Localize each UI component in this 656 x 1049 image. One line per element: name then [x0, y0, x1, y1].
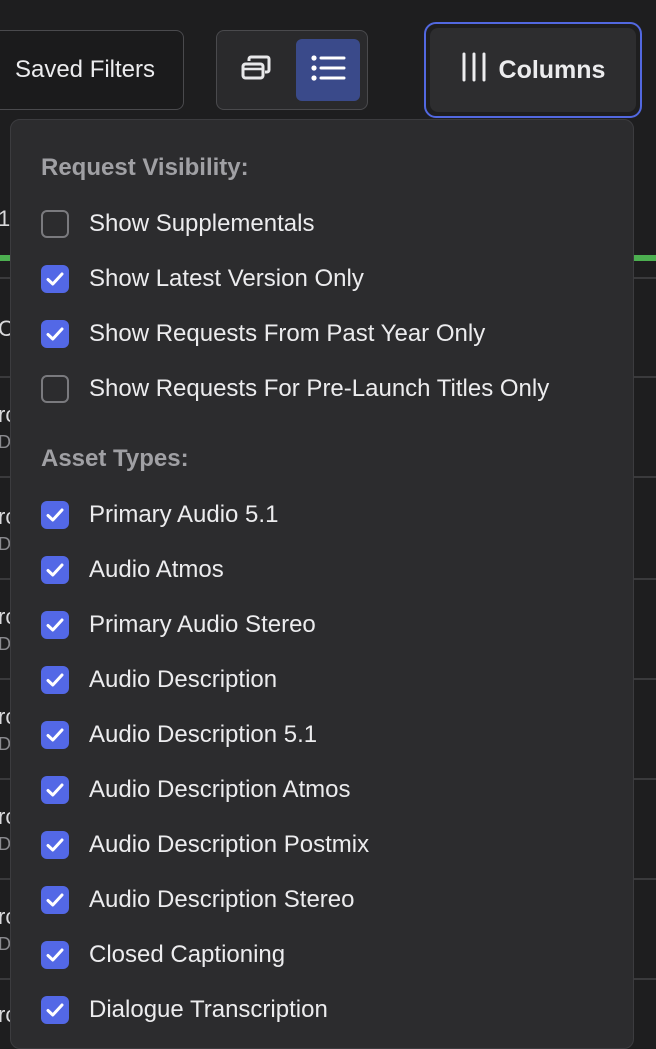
columns-icon: [461, 52, 487, 89]
checkmark-icon: [46, 265, 64, 293]
visibility-option-show-requests-for-pre-launch-titles-only[interactable]: Show Requests For Pre-Launch Titles Only: [41, 371, 549, 407]
checkbox-checked[interactable]: [41, 611, 69, 639]
columns-dropdown: Request Visibility: Show Supplementals Sh…: [10, 119, 634, 1049]
option-label: Show Requests For Pre-Launch Titles Only: [89, 375, 550, 402]
option-label: Audio Description Stereo: [89, 886, 355, 913]
option-label: Show Supplementals: [89, 210, 315, 237]
saved-filters-label: Saved Filters: [14, 56, 156, 83]
checkbox-unchecked[interactable]: [41, 210, 69, 238]
checkbox-unchecked[interactable]: [41, 375, 69, 403]
saved-filters-button[interactable]: Saved Filters: [0, 30, 184, 110]
option-label: Audio Description 5.1: [89, 721, 318, 748]
option-label: Closed Captioning: [89, 941, 286, 968]
checkbox-checked[interactable]: [41, 320, 69, 348]
asset-type-option-audio-description[interactable]: Audio Description: [41, 662, 277, 698]
option-label: Primary Audio 5.1: [89, 501, 279, 528]
asset-types-title: Asset Types:: [41, 445, 189, 472]
checkmark-icon: [46, 941, 64, 969]
checkmark-icon: [46, 721, 64, 749]
request-visibility-title: Request Visibility:: [41, 154, 249, 181]
option-label: Audio Description: [89, 666, 278, 693]
visibility-option-show-requests-from-past-year-only[interactable]: Show Requests From Past Year Only: [41, 316, 485, 352]
columns-label: Columns: [498, 55, 606, 84]
checkmark-icon: [46, 501, 64, 529]
asset-type-option-audio-atmos[interactable]: Audio Atmos: [41, 552, 224, 588]
option-label: Show Latest Version Only: [89, 265, 364, 292]
columns-button-inner: Columns: [430, 28, 636, 112]
checkmark-icon: [46, 556, 64, 584]
view-toggle: [216, 30, 368, 110]
checkmark-icon: [46, 666, 64, 694]
option-label: Audio Description Postmix: [89, 831, 370, 858]
checkbox-checked[interactable]: [41, 721, 69, 749]
asset-type-option-closed-captioning[interactable]: Closed Captioning: [41, 937, 285, 973]
asset-type-option-audio-description-postmix[interactable]: Audio Description Postmix: [41, 827, 369, 863]
columns-button[interactable]: Columns: [424, 22, 642, 118]
checkbox-checked[interactable]: [41, 831, 69, 859]
asset-type-option-audio-description-stereo[interactable]: Audio Description Stereo: [41, 882, 354, 918]
asset-type-option-primary-audio-stereo[interactable]: Primary Audio Stereo: [41, 607, 316, 643]
checkbox-checked[interactable]: [41, 996, 69, 1024]
checkbox-checked[interactable]: [41, 886, 69, 914]
list-view-icon: [310, 54, 346, 87]
checkbox-checked[interactable]: [41, 666, 69, 694]
checkmark-icon: [46, 831, 64, 859]
option-label: Dialogue Transcription: [89, 996, 328, 1023]
checkbox-checked[interactable]: [41, 556, 69, 584]
toolbar: Saved Filters Columns: [0, 0, 656, 136]
checkmark-icon: [46, 611, 64, 639]
checkmark-icon: [46, 320, 64, 348]
asset-type-option-audio-description-5-1[interactable]: Audio Description 5.1: [41, 717, 317, 753]
checkbox-checked[interactable]: [41, 776, 69, 804]
checkbox-checked[interactable]: [41, 501, 69, 529]
checkbox-checked[interactable]: [41, 941, 69, 969]
cards-view-icon: [240, 53, 274, 88]
visibility-option-show-supplementals[interactable]: Show Supplementals: [41, 206, 314, 242]
checkmark-icon: [46, 996, 64, 1024]
asset-type-option-primary-audio-5-1[interactable]: Primary Audio 5.1: [41, 497, 278, 533]
option-label: Audio Description Atmos: [89, 776, 351, 803]
list-view-button[interactable]: [296, 39, 360, 101]
checkmark-icon: [46, 776, 64, 804]
asset-type-option-audio-description-atmos[interactable]: Audio Description Atmos: [41, 772, 350, 808]
option-label: Primary Audio Stereo: [89, 611, 316, 638]
cards-view-button[interactable]: [225, 39, 289, 101]
asset-type-option-dialogue-transcription[interactable]: Dialogue Transcription: [41, 992, 328, 1028]
progress-bar-fragment: [634, 255, 656, 261]
checkbox-checked[interactable]: [41, 265, 69, 293]
option-label: Audio Atmos: [89, 556, 224, 583]
checkmark-icon: [46, 886, 64, 914]
visibility-option-show-latest-version-only[interactable]: Show Latest Version Only: [41, 261, 364, 297]
option-label: Show Requests From Past Year Only: [89, 320, 486, 347]
